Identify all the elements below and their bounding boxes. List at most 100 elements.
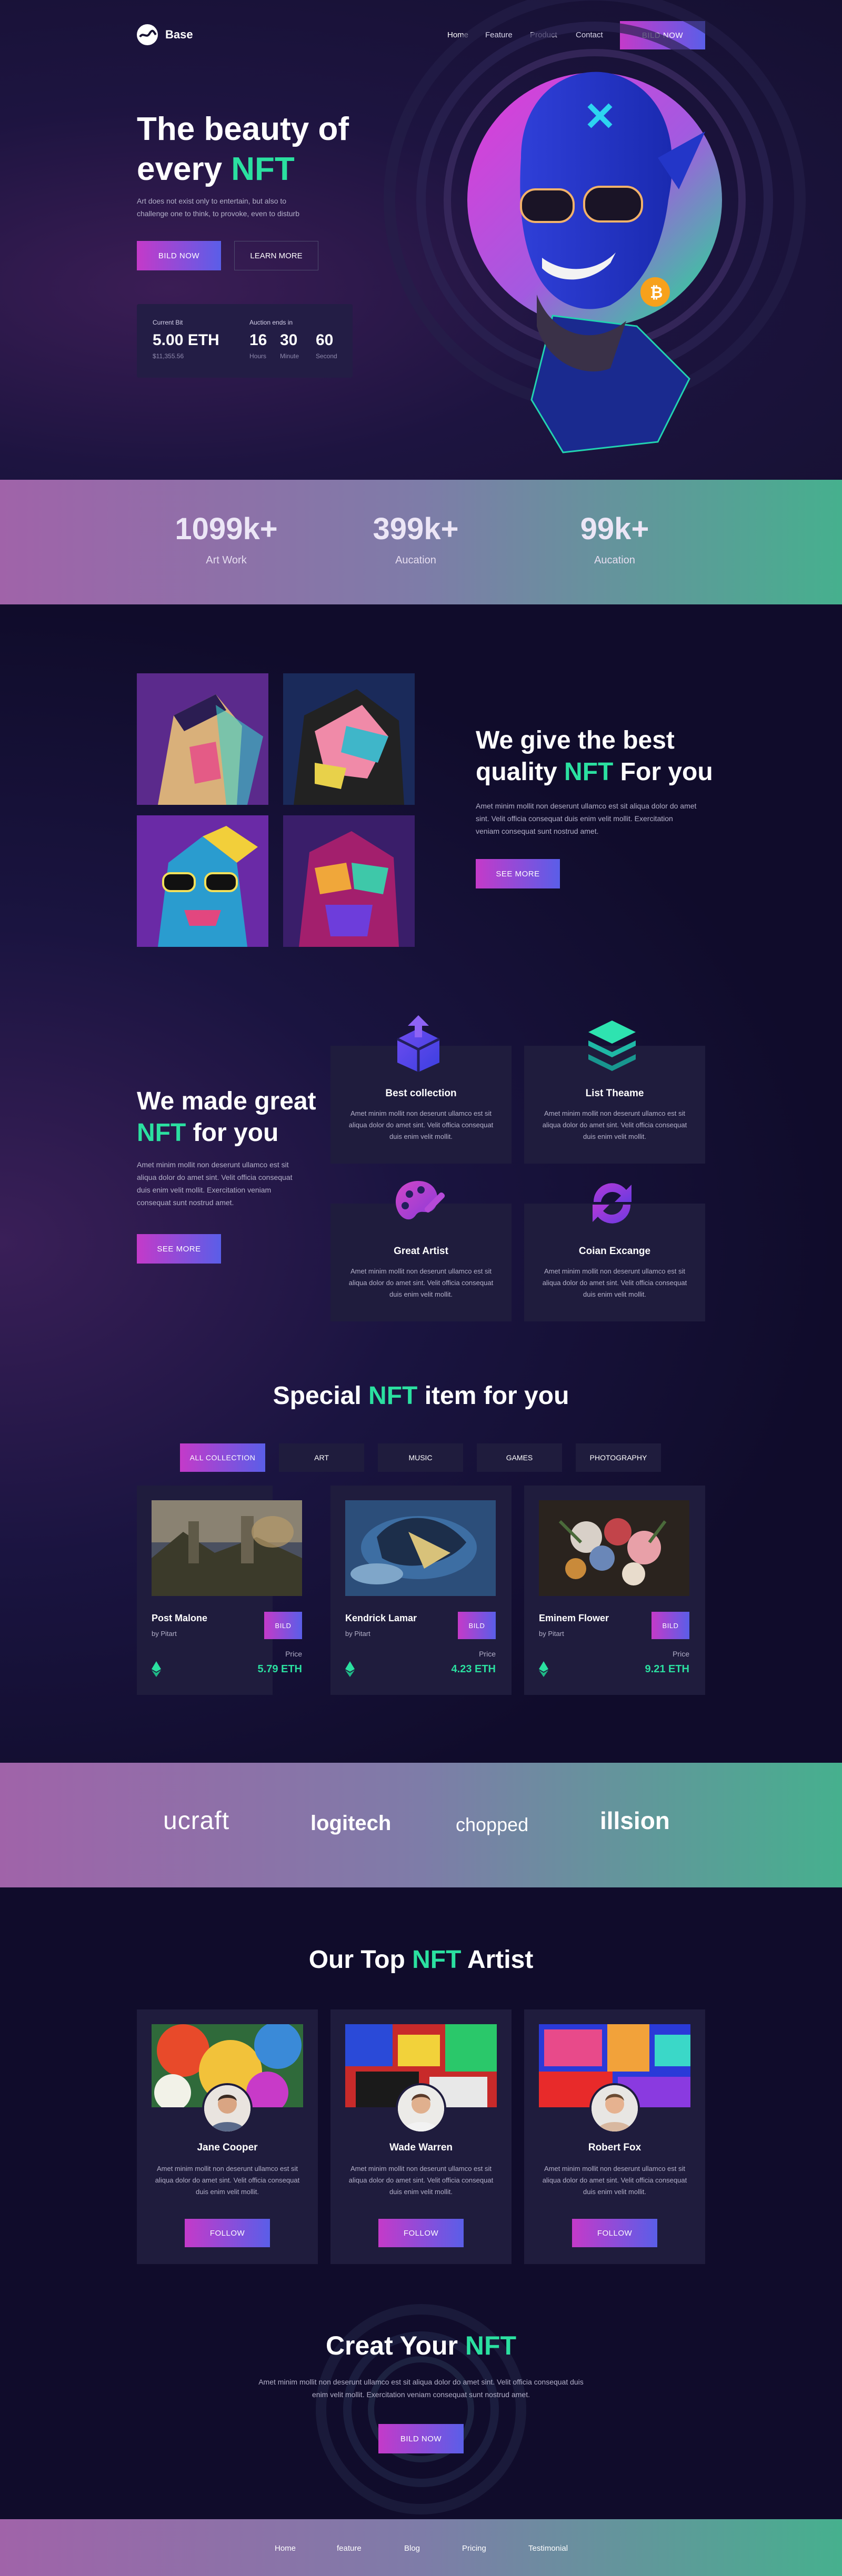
footer-link-testimonial[interactable]: Testimonial xyxy=(528,2544,568,2553)
artist-bio: Amet minim mollit non deserunt ullamco e… xyxy=(348,2165,494,2196)
countdown-minutes-label: Minute xyxy=(280,352,299,360)
cta-title: Creat Your NFT xyxy=(325,2331,517,2360)
nft-artist: by Pitart xyxy=(345,1630,370,1638)
nft-artist: by Pitart xyxy=(152,1630,177,1638)
svg-text:₿: ₿ xyxy=(650,284,663,301)
countdown-seconds-label: Second xyxy=(316,352,337,360)
avatar-image xyxy=(398,2085,444,2131)
nft-price-label: Price xyxy=(479,1650,496,1658)
artists-title: Our Top NFT Artist xyxy=(308,1946,534,1974)
nft-price-label: Price xyxy=(285,1650,302,1658)
learn-more-button[interactable]: LEARN MORE xyxy=(234,241,318,270)
made-title: We made great NFT for you xyxy=(137,1087,316,1147)
footer-link-blog[interactable]: Blog xyxy=(404,2544,420,2553)
avatar xyxy=(396,2083,446,2134)
feature-text: Amet minim mollit non deserunt ullamco e… xyxy=(542,1109,687,1140)
box-icon xyxy=(396,1015,440,1072)
artist-bio: Amet minim mollit non deserunt ullamco e… xyxy=(542,2165,687,2196)
nft-bid-button[interactable]: BILD xyxy=(651,1612,689,1639)
countdown-hours: 16 xyxy=(249,331,267,349)
nft-name: Post Malone xyxy=(152,1613,208,1623)
feature-title: Best collection xyxy=(385,1088,457,1099)
brand-name: Base xyxy=(165,28,193,41)
tab-art[interactable]: ART xyxy=(279,1443,364,1472)
nft-artwork-image xyxy=(345,1500,496,1596)
countdown-minutes: 30 xyxy=(280,331,298,349)
partner-logo-illsion: illsion xyxy=(600,1807,670,1834)
auction-label: Auction ends in xyxy=(249,319,293,326)
partner-logo-logitech: logitech xyxy=(310,1812,392,1835)
portrait-image xyxy=(137,815,268,947)
nft-artwork-image xyxy=(539,1500,689,1596)
nft-price: 4.23 ETH xyxy=(451,1663,496,1675)
current-bid-value: 5.00 ETH xyxy=(153,331,219,349)
tab-all-collection[interactable]: ALL COLLECTION xyxy=(180,1443,265,1472)
current-bid-usd: $11,355.56 xyxy=(153,352,184,360)
nft-price-label: Price xyxy=(673,1650,689,1658)
portrait-grid xyxy=(137,673,415,947)
exchange-icon xyxy=(593,1183,632,1224)
avatar-image xyxy=(592,2085,638,2131)
tab-games[interactable]: GAMES xyxy=(477,1443,562,1472)
partner-logo-chopped: chopped xyxy=(456,1814,529,1835)
follow-button[interactable]: FOLLOW xyxy=(572,2219,657,2247)
footer-link-home[interactable]: Home xyxy=(275,2544,296,2553)
hero-title: The beauty of every NFT xyxy=(137,111,349,187)
cta-text: Amet minim mollit non deserunt ullamco e… xyxy=(258,2378,584,2399)
ethereum-icon xyxy=(539,1661,548,1677)
countdown-seconds: 60 xyxy=(316,331,334,349)
partners-band xyxy=(0,1763,842,1887)
current-bid-label: Current Bit xyxy=(153,319,183,326)
artist-name: Wade Warren xyxy=(389,2142,453,2153)
countdown-hours-label: Hours xyxy=(249,352,267,360)
quality-text: Amet minim mollit non deserunt ullamco e… xyxy=(476,802,697,835)
portrait-image xyxy=(137,673,268,805)
footer-link-feature[interactable]: feature xyxy=(337,2544,362,2553)
follow-button[interactable]: FOLLOW xyxy=(378,2219,464,2247)
nft-artist: by Pitart xyxy=(539,1630,564,1638)
quality-title: We give the best quality NFT For you xyxy=(476,726,713,786)
nft-price: 9.21 ETH xyxy=(645,1663,689,1675)
quality-see-more-button[interactable]: SEE MORE xyxy=(476,859,560,888)
tab-music[interactable]: MUSIC xyxy=(378,1443,463,1472)
portrait-image xyxy=(283,815,415,947)
ethereum-icon xyxy=(345,1661,355,1677)
logo[interactable]: Base xyxy=(137,24,193,45)
nft-name: Eminem Flower xyxy=(539,1613,609,1623)
feature-text: Amet minim mollit non deserunt ullamco e… xyxy=(348,1109,494,1140)
tab-photography[interactable]: PHOTOGRAPHY xyxy=(576,1443,661,1472)
special-title: Special NFT item for you xyxy=(273,1382,569,1410)
footer-band xyxy=(0,2519,842,2576)
nft-bid-button[interactable]: BILD xyxy=(264,1612,302,1639)
hero-subtitle: Art does not exist only to entertain, bu… xyxy=(137,197,299,218)
follow-button[interactable]: FOLLOW xyxy=(185,2219,270,2247)
partner-logo-ucraft: ucraft xyxy=(163,1807,230,1835)
cta-bid-now-button[interactable]: BILD NOW xyxy=(378,2424,464,2453)
feature-title: Great Artist xyxy=(394,1246,448,1257)
avatar-image xyxy=(204,2085,250,2131)
artist-name: Robert Fox xyxy=(588,2142,641,2153)
feature-text: Amet minim mollit non deserunt ullamco e… xyxy=(348,1267,494,1298)
made-see-more-button[interactable]: SEE MORE xyxy=(137,1234,221,1264)
hero-bid-now-button[interactable]: BILD NOW xyxy=(137,241,221,270)
stat-value: 1099k+ xyxy=(175,512,278,546)
stat-value: 99k+ xyxy=(580,512,649,546)
nft-price: 5.79 ETH xyxy=(257,1663,302,1675)
ethereum-icon xyxy=(152,1661,161,1677)
palette-icon xyxy=(395,1181,445,1220)
artist-name: Jane Cooper xyxy=(197,2142,258,2153)
stat-value: 399k+ xyxy=(373,512,459,546)
footer-link-pricing[interactable]: Pricing xyxy=(462,2544,486,2553)
avatar xyxy=(202,2083,253,2134)
stat-label: Aucation xyxy=(594,554,635,566)
nft-name: Kendrick Lamar xyxy=(345,1613,417,1623)
avatar xyxy=(589,2083,640,2134)
portrait-image xyxy=(283,673,415,805)
hero-illustration: ₿ xyxy=(363,0,842,480)
nft-artwork-image xyxy=(152,1500,302,1596)
feature-title: Coian Excange xyxy=(578,1246,651,1257)
layers-icon xyxy=(588,1021,636,1071)
nft-bid-button[interactable]: BILD xyxy=(458,1612,496,1639)
feature-text: Amet minim mollit non deserunt ullamco e… xyxy=(542,1267,687,1298)
logo-icon xyxy=(137,24,158,45)
